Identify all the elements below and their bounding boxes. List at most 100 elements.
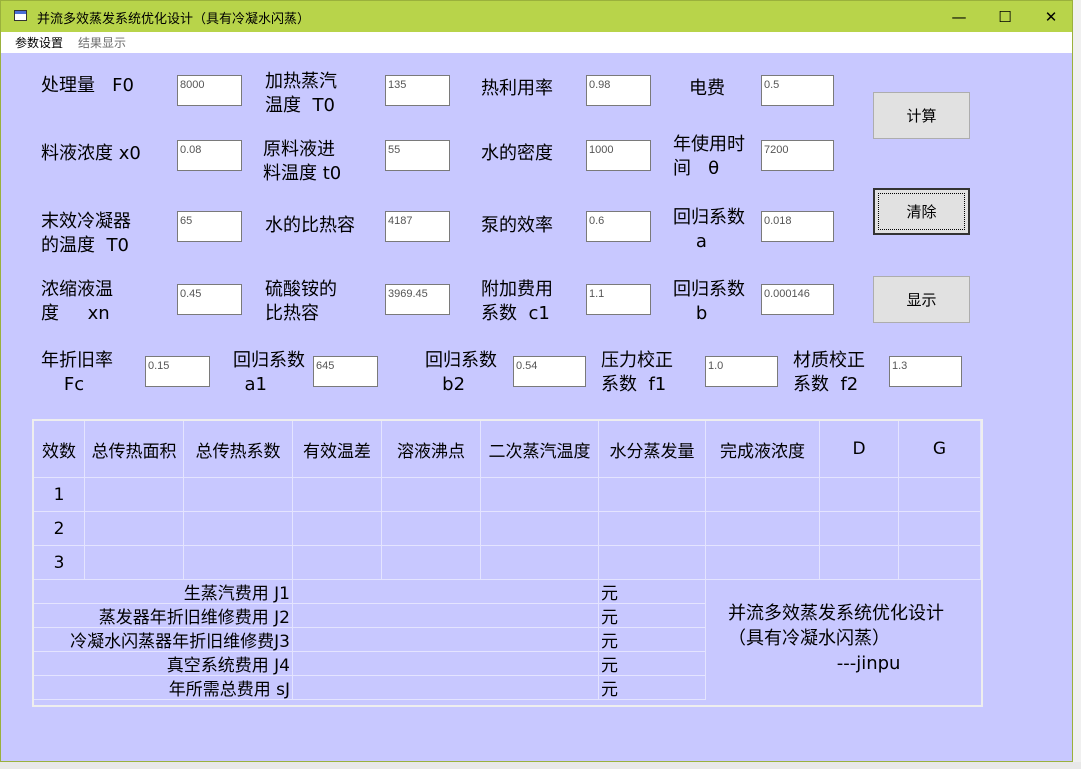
grid-cell[interactable] — [382, 546, 481, 580]
input-Fc[interactable]: 0.15 — [145, 356, 210, 387]
cost-value-cell[interactable] — [293, 628, 599, 652]
close-button[interactable]: ✕ — [1028, 1, 1074, 32]
grid-cell[interactable] — [293, 512, 382, 546]
label-f1: 压力校正 系数 f1 — [601, 350, 673, 395]
input-x0[interactable]: 0.08 — [177, 140, 242, 171]
clear-button[interactable]: 清除 — [873, 188, 970, 235]
client-area: 处理量 F0 8000 加热蒸汽 温度 T0 135 热利用率 0.98 电费 … — [1, 53, 1072, 761]
menu-results[interactable]: 结果显示 — [78, 34, 126, 51]
grid-header-cell: 完成液浓度 — [706, 421, 820, 478]
input-T0-heating[interactable]: 135 — [385, 75, 450, 106]
input-T0-condenser[interactable]: 65 — [177, 211, 242, 242]
input-f2[interactable]: 1.3 — [889, 356, 962, 387]
cost-value-cell[interactable] — [293, 580, 599, 604]
grid-cell[interactable] — [899, 512, 981, 546]
grid-cell[interactable] — [85, 546, 184, 580]
calculate-button[interactable]: 计算 — [873, 92, 970, 139]
grid-cell[interactable] — [899, 546, 981, 580]
grid-cell[interactable] — [706, 512, 820, 546]
label-salt-heat-capacity: 硫酸铵的 比热容 — [265, 279, 337, 324]
label-water-heat-capacity: 水的比热容 — [265, 215, 355, 236]
close-icon: ✕ — [1044, 7, 1058, 26]
input-electricity-fee[interactable]: 0.5 — [761, 75, 834, 106]
grid-header-cell: 有效温差 — [293, 421, 382, 478]
grid-header-cell: D — [820, 421, 899, 478]
input-heat-efficiency[interactable]: 0.98 — [586, 75, 651, 106]
input-water-density[interactable]: 1000 — [586, 140, 651, 171]
cost-value-cell[interactable] — [293, 652, 599, 676]
background-strip-bottom — [0, 762, 1081, 769]
cost-label: 冷凝水闪蒸器年折旧维修费J3 — [34, 628, 293, 652]
results-grid[interactable]: 效数 总传热面积 总传热系数 有效温差 溶液沸点 二次蒸汽温度 水分蒸发量 完成液浓度 D G 1 2… — [32, 419, 983, 707]
label-electricity-fee: 电费 — [689, 78, 725, 99]
grid-header-cell: 溶液沸点 — [382, 421, 481, 478]
grid-cell[interactable] — [820, 546, 899, 580]
author-note: 并流多效蒸发系统优化设计 （具有冷凝水闪蒸） ---jinpu — [728, 603, 944, 674]
cost-unit: 元 — [599, 604, 706, 628]
grid-row-number: 3 — [34, 546, 85, 580]
cost-label: 年所需总费用 sJ — [34, 676, 293, 700]
grid-cell[interactable] — [481, 478, 599, 512]
label-F0: 处理量 F0 — [41, 75, 134, 96]
label-pump-efficiency: 泵的效率 — [481, 215, 553, 236]
cost-unit: 元 — [599, 676, 706, 700]
input-t0[interactable]: 55 — [385, 140, 450, 171]
cost-value-cell[interactable] — [293, 676, 599, 700]
grid-cell[interactable] — [184, 478, 293, 512]
grid-row-number: 2 — [34, 512, 85, 546]
cost-label: 真空系统费用 J4 — [34, 652, 293, 676]
label-T0-condenser: 末效冷凝器 的温度 T0 — [41, 211, 131, 256]
input-pump-efficiency[interactable]: 0.6 — [586, 211, 651, 242]
grid-cell[interactable] — [481, 512, 599, 546]
input-salt-heat-capacity[interactable]: 3969.45 — [385, 284, 450, 315]
input-f1[interactable]: 1.0 — [705, 356, 778, 387]
input-b2[interactable]: 0.54 — [513, 356, 586, 387]
title-bar[interactable]: 并流多效蒸发系统优化设计（具有冷凝水闪蒸） — ☐ ✕ — [1, 1, 1072, 32]
grid-cell[interactable] — [85, 512, 184, 546]
grid-row-number: 1 — [34, 478, 85, 512]
grid-cell[interactable] — [184, 512, 293, 546]
maximize-icon: ☐ — [998, 7, 1012, 26]
grid-cell[interactable] — [599, 478, 706, 512]
label-coef-b: 回归系数 b — [673, 279, 745, 324]
input-water-heat-capacity[interactable]: 4187 — [385, 211, 450, 242]
grid-header-cell: 效数 — [34, 421, 85, 478]
input-coef-b[interactable]: 0.000146 — [761, 284, 834, 315]
grid-cell[interactable] — [382, 512, 481, 546]
grid-cell[interactable] — [293, 478, 382, 512]
app-icon — [14, 10, 27, 21]
grid-cell[interactable] — [599, 546, 706, 580]
grid-cell[interactable] — [706, 478, 820, 512]
grid-cell[interactable] — [481, 546, 599, 580]
grid-cell[interactable] — [820, 478, 899, 512]
minimize-icon: — — [951, 7, 967, 26]
grid-cell[interactable] — [382, 478, 481, 512]
show-button[interactable]: 显示 — [873, 276, 970, 323]
cost-label: 生蒸汽费用 J1 — [34, 580, 293, 604]
input-coef-a[interactable]: 0.018 — [761, 211, 834, 242]
grid-cell[interactable] — [293, 546, 382, 580]
input-a1[interactable]: 645 — [313, 356, 378, 387]
menu-params[interactable]: 参数设置 — [15, 34, 63, 51]
label-coef-a: 回归系数 a — [673, 207, 745, 252]
maximize-button[interactable]: ☐ — [982, 1, 1028, 32]
input-F0[interactable]: 8000 — [177, 75, 242, 106]
label-a1: 回归系数 a1 — [233, 350, 305, 395]
label-t0: 原料液进 料温度 t0 — [263, 139, 342, 184]
grid-cell[interactable] — [184, 546, 293, 580]
cost-unit: 元 — [599, 652, 706, 676]
grid-cell[interactable] — [706, 546, 820, 580]
input-theta[interactable]: 7200 — [761, 140, 834, 171]
input-xn[interactable]: 0.45 — [177, 284, 242, 315]
grid-cell[interactable] — [820, 512, 899, 546]
grid-header-cell: 水分蒸发量 — [599, 421, 706, 478]
grid-cell[interactable] — [899, 478, 981, 512]
minimize-button[interactable]: — — [936, 1, 982, 32]
cost-value-cell[interactable] — [293, 604, 599, 628]
grid-header-cell: 总传热面积 — [85, 421, 184, 478]
input-c1[interactable]: 1.1 — [586, 284, 651, 315]
grid-cell[interactable] — [599, 512, 706, 546]
grid-header-cell: 总传热系数 — [184, 421, 293, 478]
label-Fc: 年折旧率 Fc — [41, 350, 113, 395]
grid-cell[interactable] — [85, 478, 184, 512]
